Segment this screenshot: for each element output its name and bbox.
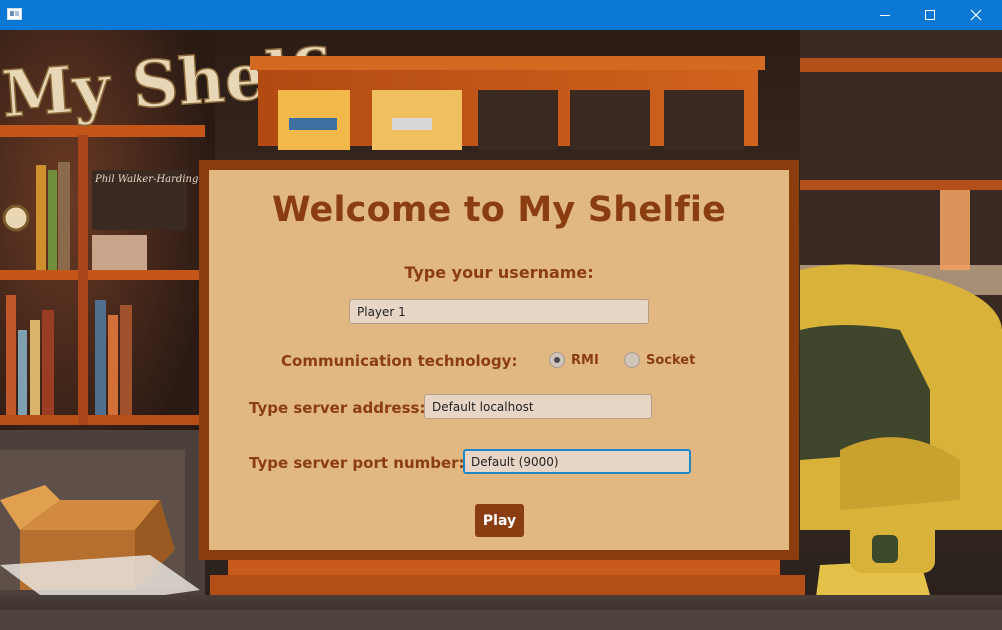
radio-rmi-dot[interactable] <box>549 352 565 368</box>
play-button[interactable]: Play <box>475 504 524 537</box>
address-label: Type server address: <box>249 399 426 417</box>
close-icon <box>970 9 982 21</box>
radio-rmi-label: RMI <box>571 352 599 368</box>
login-dialog: Welcome to My Shelfie Type your username… <box>209 170 789 550</box>
close-button[interactable] <box>953 0 999 30</box>
radio-socket-dot[interactable] <box>624 352 640 368</box>
radio-socket[interactable]: Socket <box>624 352 695 368</box>
app-icon <box>7 8 22 20</box>
username-input[interactable] <box>349 299 649 324</box>
login-dialog-frame: Welcome to My Shelfie Type your username… <box>199 160 799 560</box>
comm-label: Communication technology: <box>281 352 518 370</box>
dialog-title: Welcome to My Shelfie <box>271 190 727 230</box>
minimize-icon <box>880 15 890 16</box>
background-scene: Phil Walker-Harding & Matthew Dunstan My… <box>0 30 1002 630</box>
maximize-button[interactable] <box>907 0 953 30</box>
server-port-input[interactable] <box>463 449 691 474</box>
radio-socket-label: Socket <box>646 352 696 368</box>
minimize-button[interactable] <box>862 0 908 30</box>
maximize-icon <box>925 10 935 20</box>
port-label: Type server port number: <box>249 454 465 472</box>
username-label: Type your username: <box>404 263 594 282</box>
window-titlebar <box>0 0 1002 30</box>
radio-rmi[interactable]: RMI <box>549 352 599 368</box>
server-address-input[interactable] <box>424 394 652 419</box>
